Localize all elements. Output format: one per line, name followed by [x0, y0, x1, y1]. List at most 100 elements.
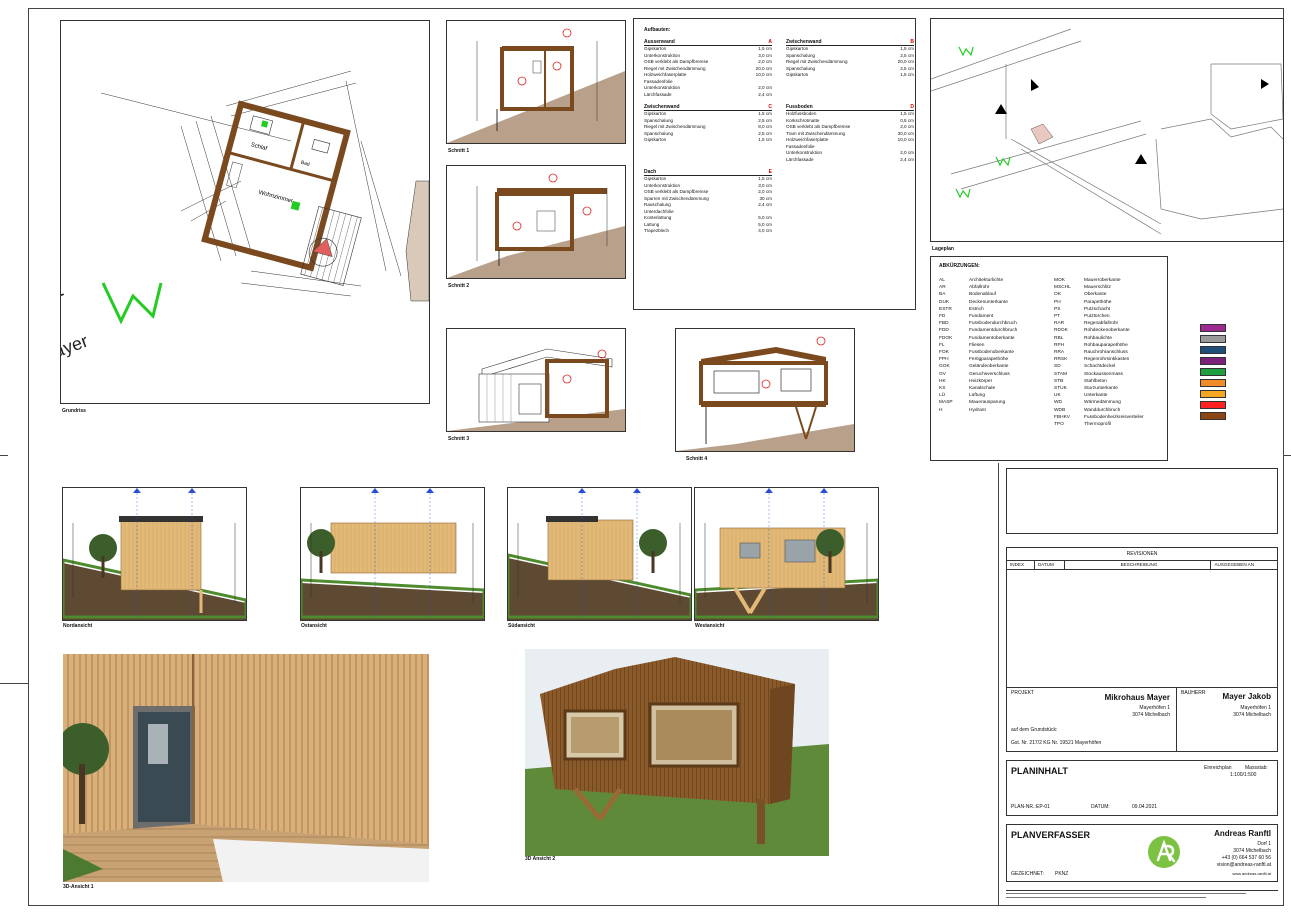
abbreviation-meaning: Fundament — [969, 314, 994, 320]
abbreviation-meaning: Fussbodenoberkante — [969, 350, 1015, 356]
section-4-drawing — [676, 336, 854, 451]
elevation-views: Nordansicht Ostansicht Südansicht Westansic… — [62, 487, 879, 632]
abbreviation-row: FBHKV Fussbodenheizkreisverteiler — [1054, 414, 1159, 421]
layer-material: Lärchfassade — [644, 91, 672, 97]
planner-logo-mark — [1156, 839, 1176, 863]
abbreviation-meaning: Kanalschale — [969, 386, 996, 392]
abbreviation-row: PS Putzschacht — [1054, 306, 1159, 313]
abbreviation-meaning: Bodenablauf — [969, 292, 996, 298]
layer-material: Gipskarton — [644, 137, 667, 142]
buildup-layer: Trapezblech 4,0 cm — [644, 228, 772, 235]
scale-label: Massstab: — [1245, 765, 1268, 771]
abbreviation-row: MASP Mauerausparung — [939, 399, 1044, 406]
section-marker — [426, 488, 434, 493]
legend-item — [1200, 322, 1284, 333]
abbreviation-meaning: Abfallrohr — [969, 285, 990, 291]
buildups-grid: Aussenwand A Gipskarton 1,5 cm Unterkonstruk… — [644, 37, 914, 235]
project-plot-label: auf dem Grundstück: — [1011, 727, 1058, 733]
buildup-title: Zwischenwand C — [644, 104, 772, 111]
abbreviation-row: KS Kanalschale — [939, 385, 1044, 392]
elevation-caption: Westansicht — [695, 623, 725, 629]
abbreviation-meaning: Stahlbeton — [1084, 378, 1107, 384]
abbreviation-meaning: Parapethöhe — [1084, 299, 1112, 305]
abbreviation-code: KS — [939, 386, 946, 392]
abbreviation-row: GV Geruchsverschluss — [939, 371, 1044, 378]
abbreviations-heading: ABKÜRZUNGEN: — [939, 263, 980, 269]
project-block: PROJEKT Mikrohaus Mayer Mayerhöfen 1 307… — [1006, 687, 1278, 752]
wall-buildups-panel: Aufbauten: Aussenwand A Gipskarton 1,5 cm Un… — [633, 18, 916, 310]
abbreviation-row: H Hydrant — [939, 407, 1044, 414]
abbreviation-row: ESTR Estrich — [939, 306, 1044, 313]
planner-block: PLANVERFASSER Andreas Ranftl Dorf 1 3074… — [1006, 824, 1278, 882]
elevation-drawing — [301, 488, 484, 620]
revisions-header-row: INDEX DATUM BESCHREIBUNG AUSGEGEBEN AN — [1007, 561, 1277, 570]
abbreviation-meaning: Hydrant — [969, 407, 986, 413]
date-label: DATUM: — [1091, 804, 1110, 810]
buildup-title: Fussboden D — [786, 104, 914, 111]
abbreviation-meaning: Fundamentdurchbruch — [969, 328, 1018, 334]
planner-title: PLANVERFASSER — [1011, 830, 1091, 840]
planner-address-1: Dorf 1 — [1257, 841, 1271, 847]
elevation-view: Westansicht — [694, 487, 879, 629]
legend-item — [1200, 399, 1284, 410]
abbreviation-meaning: Fussbodendurchbruch — [969, 321, 1017, 327]
layer-material: Lärchfassade — [786, 156, 814, 162]
abbreviation-code: STUK — [1054, 386, 1067, 392]
buildup-code: D — [910, 104, 914, 110]
abbreviation-meaning: Heizkörper — [969, 378, 993, 384]
abbreviation-meaning: Rohdeckenoberkante — [1084, 328, 1130, 334]
planner-website[interactable]: www.andreas-ranftl.at — [1232, 871, 1271, 876]
abbreviation-code: STAM — [1054, 371, 1067, 377]
abbreviation-code: MASP — [939, 400, 953, 406]
section-marker — [765, 488, 773, 493]
buildup-title: Dach E — [644, 169, 772, 176]
abbreviation-code: FBD — [939, 321, 949, 327]
buildup-code: E — [768, 169, 772, 175]
legend-swatch — [1200, 389, 1226, 398]
legend-swatch — [1200, 345, 1226, 354]
elevation-drawing — [695, 488, 878, 620]
abbreviation-code: RRA — [1054, 350, 1065, 356]
abbreviation-code: MSCHL — [1054, 285, 1071, 291]
abbreviation-row: WDB Wanddurchbruch — [1054, 407, 1159, 414]
planner-logo — [1148, 836, 1180, 868]
abbreviation-meaning: Fertigparapethöhe — [969, 357, 1009, 363]
planner-email[interactable]: vision@andreas-ranftl.at — [1217, 862, 1271, 868]
solar-panel — [546, 516, 598, 522]
legend-swatch — [1200, 411, 1226, 420]
section-2-drawing — [447, 173, 625, 278]
abbreviation-row: FPH Fertigparapethöhe — [939, 356, 1044, 363]
scale-value: 1:100/1:500 — [1230, 772, 1257, 778]
project-plot-number: Gst. Nr. 217/2 KG Nr. 19521 Mayerhöfen — [1011, 740, 1102, 746]
abbreviation-row: FDD Fundamentdurchbruch — [939, 327, 1044, 334]
window — [739, 542, 761, 559]
abbreviation-code: AR — [939, 285, 946, 291]
abbreviation-meaning: Sturzunterkante — [1084, 386, 1118, 392]
render-1-panel: 3D-Ansicht 1 — [63, 654, 429, 890]
elevation-view: Südansicht — [507, 487, 692, 629]
buildup-name: Dach — [644, 169, 657, 175]
elevation-drawing — [508, 488, 691, 620]
tree-trunk — [101, 556, 105, 578]
house-facade — [330, 522, 457, 574]
abbreviation-meaning: Thermoprofil — [1084, 422, 1111, 428]
project-info: PROJEKT Mikrohaus Mayer Mayerhöfen 1 307… — [1007, 688, 1177, 751]
abbreviation-code: TPO — [1054, 422, 1064, 428]
layer-thickness: 4,0 cm — [758, 228, 772, 233]
abbreviation-row: GOK Geländeoberkante — [939, 363, 1044, 370]
abbreviation-meaning: Wärmedämmung — [1084, 400, 1121, 406]
abbreviation-meaning: Geländeoberkante — [969, 364, 1009, 370]
plan-number: EP-01 — [1036, 804, 1050, 810]
abbreviation-code: PH — [1054, 299, 1061, 305]
legend-swatch — [1200, 367, 1226, 376]
abbreviation-code: RRSK — [1054, 357, 1068, 363]
abbreviation-row: OK Oberkante — [1054, 291, 1159, 298]
plan-content-block: PLANINHALT Einreichplan Massstab: 1:100/… — [1006, 760, 1278, 816]
revisions-heading: REVISIONEN — [1007, 548, 1277, 561]
buildup-name: Zwischenwand — [786, 39, 822, 45]
legend-item — [1200, 388, 1284, 399]
buildup-group: Aussenwand A Gipskarton 1,5 cm Unterkonstruk… — [644, 37, 772, 98]
plan-number-label: PLAN-NR.: — [1011, 804, 1036, 810]
layer-thickness: 2,4 cm — [900, 156, 914, 162]
abbreviation-meaning: Mauerschlitz — [1084, 285, 1111, 291]
